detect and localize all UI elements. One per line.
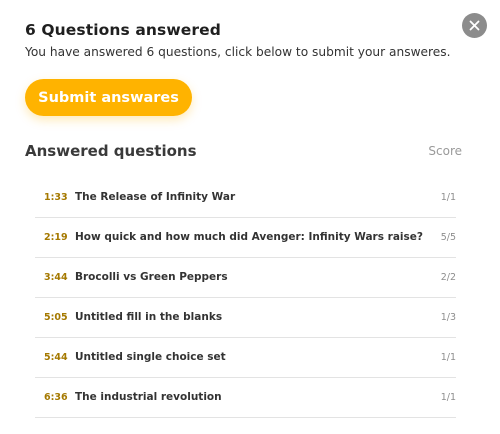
question-score: 5/5 bbox=[440, 232, 456, 243]
question-row[interactable]: 3:44 Brocolli vs Green Peppers 2/2 bbox=[35, 258, 456, 298]
question-title: Brocolli vs Green Peppers bbox=[75, 271, 228, 283]
close-icon bbox=[469, 20, 480, 31]
question-title: Untitled fill in the blanks bbox=[75, 311, 223, 323]
question-row[interactable]: 6:36 The industrial revolution 1/1 bbox=[35, 378, 456, 418]
question-score: 2/2 bbox=[440, 272, 456, 283]
answered-questions-list: 1:33 The Release of Infinity War 1/1 2:1… bbox=[35, 178, 456, 418]
score-column-header: Score bbox=[428, 144, 462, 158]
question-title: The Release of Infinity War bbox=[75, 191, 236, 203]
question-title: How quick and how much did Avenger: Infi… bbox=[75, 231, 423, 243]
question-row[interactable]: 2:19 How quick and how much did Avenger:… bbox=[35, 218, 456, 258]
question-row[interactable]: 5:05 Untitled fill in the blanks 1/3 bbox=[35, 298, 456, 338]
dialog-heading: 6 Questions answered bbox=[25, 21, 221, 39]
question-score: 1/3 bbox=[440, 312, 456, 323]
question-title: The industrial revolution bbox=[75, 391, 222, 403]
question-score: 1/1 bbox=[440, 352, 456, 363]
question-timestamp: 5:44 bbox=[44, 352, 68, 363]
question-score: 1/1 bbox=[440, 392, 456, 403]
question-timestamp: 1:33 bbox=[44, 192, 68, 203]
answered-questions-title: Answered questions bbox=[25, 142, 197, 160]
question-score: 1/1 bbox=[440, 192, 456, 203]
submit-answers-button[interactable]: Submit answares bbox=[25, 79, 192, 116]
close-button[interactable] bbox=[462, 13, 487, 38]
question-timestamp: 5:05 bbox=[44, 312, 68, 323]
question-timestamp: 6:36 bbox=[44, 392, 68, 403]
question-row[interactable]: 1:33 The Release of Infinity War 1/1 bbox=[35, 178, 456, 218]
question-timestamp: 2:19 bbox=[44, 232, 68, 243]
question-title: Untitled single choice set bbox=[75, 351, 226, 363]
question-row[interactable]: 5:44 Untitled single choice set 1/1 bbox=[35, 338, 456, 378]
question-timestamp: 3:44 bbox=[44, 272, 68, 283]
dialog-subheading: You have answered 6 questions, click bel… bbox=[25, 45, 451, 59]
